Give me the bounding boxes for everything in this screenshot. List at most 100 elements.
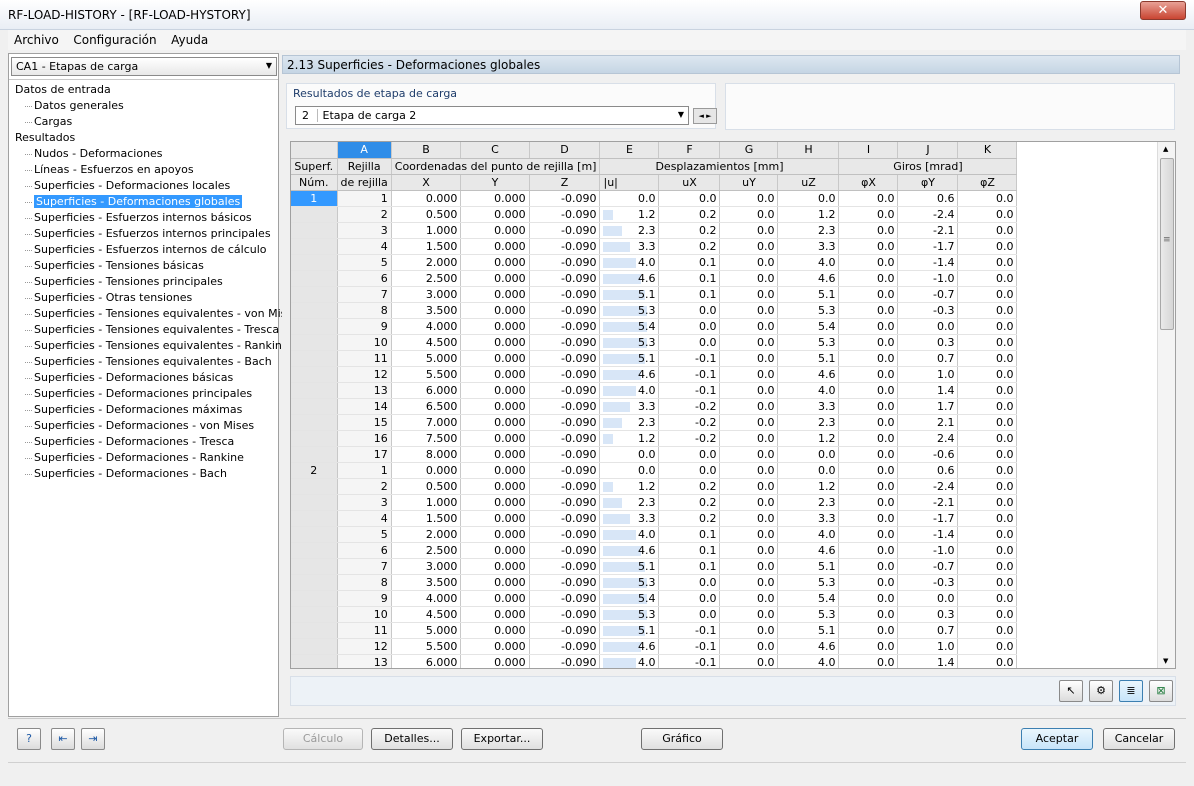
tree-item-result-9[interactable]: Superficies - Otras tensiones	[9, 290, 278, 306]
tree-item-result-10[interactable]: Superficies - Tensiones equivalentes - v…	[9, 306, 299, 322]
cell-a[interactable]: 8	[337, 574, 392, 591]
cell-k[interactable]: 0.0	[957, 238, 1018, 255]
cell-g[interactable]: 0.0	[719, 446, 779, 463]
tree-item-result-0[interactable]: Nudos - Deformaciones	[9, 146, 278, 162]
tree-item-result-11[interactable]: Superficies - Tensiones equivalentes - T…	[9, 322, 279, 338]
cell-a[interactable]: 9	[337, 318, 392, 335]
cell-c[interactable]: 0.000	[460, 238, 530, 255]
cell-b[interactable]: 1.500	[391, 510, 462, 527]
u-abs-cell[interactable]: 5.4	[599, 590, 660, 607]
close-button[interactable]: ✕	[1140, 1, 1186, 20]
cell-d[interactable]: -0.090	[529, 526, 601, 543]
cell-b[interactable]: 2.500	[391, 270, 462, 287]
table-row[interactable]: 1 1 0.000 0.000 -0.090 0.0 0.0 0.0 0.0 0.0 0.6 0.0	[291, 190, 1018, 207]
cell-j[interactable]: -1.0	[897, 270, 959, 287]
cell-f[interactable]: 0.2	[658, 222, 721, 239]
cell-k[interactable]: 0.0	[957, 654, 1018, 668]
cell-i[interactable]: 0.0	[838, 398, 899, 415]
excel-icon[interactable]: ⊠	[1149, 680, 1173, 702]
tree-item-result-6[interactable]: Superficies - Esfuerzos internos de cálc…	[9, 242, 278, 258]
cell-g[interactable]: 0.0	[719, 334, 779, 351]
detalles-button[interactable]: Detalles...	[371, 728, 453, 750]
cell-f[interactable]: 0.0	[658, 462, 721, 479]
table-row[interactable]: 13 6.000 0.000 -0.090 4.0 -0.1 0.0 4.0 0.0 1.4 0.0	[291, 382, 1018, 399]
cell-h[interactable]: 0.0	[777, 462, 840, 479]
cell-j[interactable]: -0.3	[897, 302, 959, 319]
cell-i[interactable]: 0.0	[838, 206, 899, 223]
cell-c[interactable]: 0.000	[460, 222, 530, 239]
cell-j[interactable]: -2.1	[897, 222, 959, 239]
cell-b[interactable]: 3.500	[391, 574, 462, 591]
cell-g[interactable]: 0.0	[719, 206, 779, 223]
cell-i[interactable]: 0.0	[838, 558, 899, 575]
surface-number-cell[interactable]	[291, 654, 338, 668]
cell-i[interactable]: 0.0	[838, 478, 899, 495]
cell-k[interactable]: 0.0	[957, 462, 1018, 479]
table-row[interactable]: 7 3.000 0.000 -0.090 5.1 0.1 0.0 5.1 0.0 -0.7 0.0	[291, 286, 1018, 303]
u-abs-cell[interactable]: 1.2	[599, 430, 660, 447]
cell-h[interactable]: 5.4	[777, 590, 840, 607]
cell-j[interactable]: 0.6	[897, 190, 959, 207]
cell-i[interactable]: 0.0	[838, 254, 899, 271]
cell-c[interactable]: 0.000	[460, 526, 530, 543]
cell-i[interactable]: 0.0	[838, 510, 899, 527]
cell-b[interactable]: 6.500	[391, 398, 462, 415]
cell-g[interactable]: 0.0	[719, 366, 779, 383]
table-row[interactable]: 4 1.500 0.000 -0.090 3.3 0.2 0.0 3.3 0.0 -1.7 0.0	[291, 510, 1018, 527]
cell-g[interactable]: 0.0	[719, 238, 779, 255]
cell-d[interactable]: -0.090	[529, 382, 601, 399]
cell-k[interactable]: 0.0	[957, 622, 1018, 639]
cell-c[interactable]: 0.000	[460, 622, 530, 639]
cell-h[interactable]: 3.3	[777, 398, 840, 415]
cell-j[interactable]: -1.4	[897, 526, 959, 543]
cell-g[interactable]: 0.0	[719, 590, 779, 607]
cell-a[interactable]: 11	[337, 350, 392, 367]
cell-d[interactable]: -0.090	[529, 222, 601, 239]
cell-a[interactable]: 5	[337, 526, 392, 543]
cell-b[interactable]: 3.000	[391, 558, 462, 575]
surface-number-cell[interactable]	[291, 542, 338, 559]
cell-j[interactable]: -0.7	[897, 558, 959, 575]
cell-c[interactable]: 0.000	[460, 462, 530, 479]
cell-d[interactable]: -0.090	[529, 398, 601, 415]
cell-i[interactable]: 0.0	[838, 526, 899, 543]
cell-a[interactable]: 2	[337, 478, 392, 495]
tree-item-result-14[interactable]: Superficies - Deformaciones básicas	[9, 370, 278, 386]
cell-f[interactable]: 0.1	[658, 542, 721, 559]
cell-d[interactable]: -0.090	[529, 542, 601, 559]
surface-number-cell[interactable]	[291, 526, 338, 543]
cell-k[interactable]: 0.0	[957, 398, 1018, 415]
cell-h[interactable]: 4.0	[777, 526, 840, 543]
table-row[interactable]: 10 4.500 0.000 -0.090 5.3 0.0 0.0 5.3 0.0 0.3 0.0	[291, 606, 1018, 623]
cell-i[interactable]: 0.0	[838, 286, 899, 303]
surface-number-cell[interactable]	[291, 302, 338, 319]
cell-c[interactable]: 0.000	[460, 206, 530, 223]
cell-b[interactable]: 5.500	[391, 638, 462, 655]
tree-item-input-0[interactable]: Datos generales	[9, 98, 278, 114]
cell-b[interactable]: 5.000	[391, 622, 462, 639]
col-letter-d[interactable]: D	[529, 142, 601, 159]
cell-k[interactable]: 0.0	[957, 526, 1018, 543]
tree-item-result-20[interactable]: Superficies - Deformaciones - Bach	[9, 466, 278, 482]
table-row[interactable]: 6 2.500 0.000 -0.090 4.6 0.1 0.0 4.6 0.0 -1.0 0.0	[291, 542, 1018, 559]
tree-item-result-12[interactable]: Superficies - Tensiones equivalentes - R…	[9, 338, 289, 354]
cell-d[interactable]: -0.090	[529, 286, 601, 303]
cell-d[interactable]: -0.090	[529, 430, 601, 447]
cell-h[interactable]: 5.4	[777, 318, 840, 335]
cell-k[interactable]: 0.0	[957, 334, 1018, 351]
cell-a[interactable]: 4	[337, 510, 392, 527]
cell-d[interactable]: -0.090	[529, 494, 601, 511]
cell-k[interactable]: 0.0	[957, 542, 1018, 559]
u-abs-cell[interactable]: 0.0	[599, 462, 660, 479]
col-letter-k[interactable]: K	[957, 142, 1018, 159]
u-abs-cell[interactable]: 0.0	[599, 190, 660, 207]
cell-b[interactable]: 6.000	[391, 382, 462, 399]
surface-number-cell[interactable]	[291, 622, 338, 639]
cell-b[interactable]: 7.500	[391, 430, 462, 447]
cell-h[interactable]: 0.0	[777, 446, 840, 463]
cell-a[interactable]: 12	[337, 638, 392, 655]
cell-f[interactable]: 0.2	[658, 494, 721, 511]
cell-h[interactable]: 4.6	[777, 270, 840, 287]
cell-h[interactable]: 1.2	[777, 206, 840, 223]
cell-h[interactable]: 0.0	[777, 190, 840, 207]
